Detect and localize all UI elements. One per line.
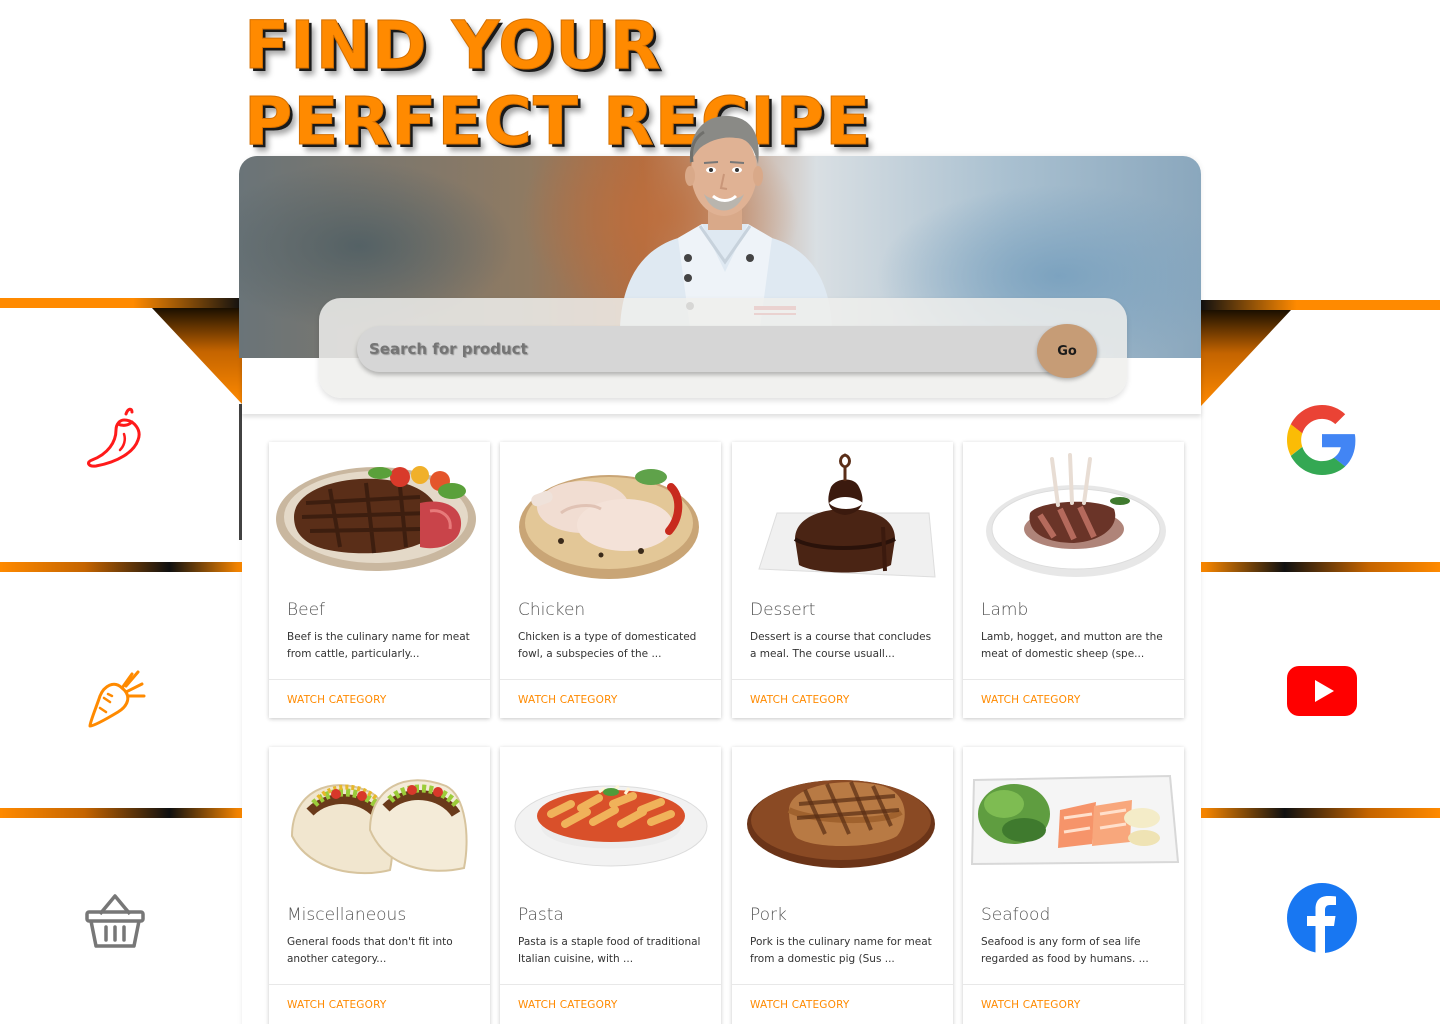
chicken-image bbox=[500, 442, 721, 592]
basket-icon[interactable] bbox=[80, 888, 150, 954]
card-description: General foods that don't fit into anothe… bbox=[287, 936, 453, 965]
watch-category-link[interactable]: WATCH CATEGORY bbox=[287, 999, 387, 1011]
seafood-image bbox=[963, 747, 1184, 897]
decor-band-right bbox=[1201, 562, 1440, 572]
card-title: Seafood bbox=[981, 905, 1051, 925]
decor-band-right-top bbox=[1201, 300, 1440, 310]
card-title: Pork bbox=[750, 905, 787, 925]
pasta-image bbox=[500, 747, 721, 897]
category-card-lamb[interactable]: Lamb Lamb, hogget, and mutton are the me… bbox=[963, 442, 1184, 718]
watch-category-link[interactable]: WATCH CATEGORY bbox=[981, 999, 1081, 1011]
card-divider bbox=[500, 679, 721, 680]
watch-category-link[interactable]: WATCH CATEGORY bbox=[518, 999, 618, 1011]
card-description: Beef is the culinary name for meat from … bbox=[287, 631, 470, 660]
category-card-miscellaneous[interactable]: Miscellaneous General foods that don't f… bbox=[269, 747, 490, 1024]
decor-band-left bbox=[0, 562, 242, 572]
card-title: Dessert bbox=[750, 600, 816, 620]
card-description: Chicken is a type of domesticated fowl, … bbox=[518, 631, 697, 660]
card-title: Pasta bbox=[518, 905, 564, 925]
carrot-icon[interactable] bbox=[80, 664, 150, 734]
card-title: Miscellaneous bbox=[287, 905, 407, 925]
category-card-pork[interactable]: Pork Pork is the culinary name for meat … bbox=[732, 747, 953, 1024]
facebook-icon[interactable] bbox=[1286, 882, 1358, 954]
decor-band-right bbox=[1201, 808, 1440, 818]
card-title: Chicken bbox=[518, 600, 586, 620]
category-card-seafood[interactable]: Seafood Seafood is any form of sea life … bbox=[963, 747, 1184, 1024]
search-input[interactable] bbox=[357, 326, 1097, 372]
card-divider bbox=[732, 679, 953, 680]
pork-image bbox=[732, 747, 953, 897]
card-divider bbox=[732, 984, 953, 985]
card-description: Dessert is a course that concludes a mea… bbox=[750, 631, 932, 660]
google-icon[interactable] bbox=[1286, 404, 1358, 476]
go-button[interactable]: Go bbox=[1037, 324, 1097, 378]
category-card-dessert[interactable]: Dessert Dessert is a course that conclud… bbox=[732, 442, 953, 718]
card-divider bbox=[500, 984, 721, 985]
card-description: Pork is the culinary name for meat from … bbox=[750, 936, 932, 965]
decor-triangle-right bbox=[1201, 310, 1291, 406]
card-divider bbox=[269, 679, 490, 680]
category-card-chicken[interactable]: Chicken Chicken is a type of domesticate… bbox=[500, 442, 721, 718]
watch-category-link[interactable]: WATCH CATEGORY bbox=[287, 694, 387, 706]
card-description: Lamb, hogget, and mutton are the meat of… bbox=[981, 631, 1163, 660]
lamb-image bbox=[963, 442, 1184, 592]
decor-band-left-top bbox=[0, 298, 242, 308]
chili-pepper-icon[interactable] bbox=[80, 402, 150, 472]
miscellaneous-image bbox=[269, 747, 490, 897]
beef-image bbox=[269, 442, 490, 592]
card-divider bbox=[269, 984, 490, 985]
card-description: Pasta is a staple food of traditional It… bbox=[518, 936, 701, 965]
dessert-image bbox=[732, 442, 953, 592]
watch-category-link[interactable]: WATCH CATEGORY bbox=[518, 694, 618, 706]
watch-category-link[interactable]: WATCH CATEGORY bbox=[750, 999, 850, 1011]
category-card-beef[interactable]: Beef Beef is the culinary name for meat … bbox=[269, 442, 490, 718]
card-title: Beef bbox=[287, 600, 326, 620]
card-description: Seafood is any form of sea life regarded… bbox=[981, 936, 1149, 965]
decor-triangle-left bbox=[152, 308, 242, 404]
decor-band-left bbox=[0, 808, 242, 818]
card-divider bbox=[963, 679, 1184, 680]
youtube-icon[interactable] bbox=[1286, 664, 1358, 718]
card-title: Lamb bbox=[981, 600, 1029, 620]
watch-category-link[interactable]: WATCH CATEGORY bbox=[981, 694, 1081, 706]
chef-image bbox=[600, 112, 850, 328]
card-divider bbox=[963, 984, 1184, 985]
watch-category-link[interactable]: WATCH CATEGORY bbox=[750, 694, 850, 706]
category-card-pasta[interactable]: Pasta Pasta is a staple food of traditio… bbox=[500, 747, 721, 1024]
